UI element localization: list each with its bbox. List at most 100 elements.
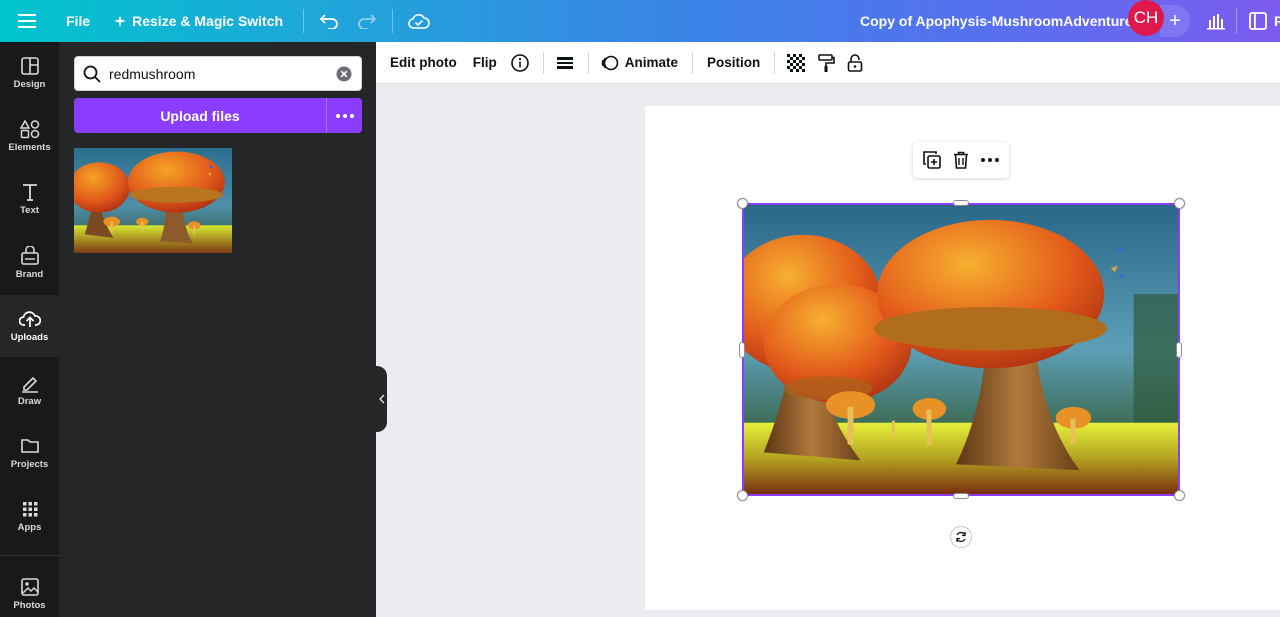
resize-handle-bottom-right[interactable] bbox=[1174, 490, 1185, 501]
layout-icon bbox=[20, 57, 39, 75]
border-style-button[interactable] bbox=[556, 47, 574, 79]
rotate-icon bbox=[956, 531, 966, 543]
topbar-divider bbox=[1236, 8, 1237, 34]
resize-handle-top-left[interactable] bbox=[737, 198, 748, 209]
topbar-divider bbox=[303, 9, 305, 33]
hamburger-icon bbox=[18, 14, 36, 28]
nav-draw[interactable]: Draw bbox=[0, 359, 59, 421]
lock-button[interactable] bbox=[847, 47, 863, 79]
top-bar: File Resize & Magic Switch Copy of Apoph… bbox=[0, 0, 1280, 42]
info-icon bbox=[510, 53, 529, 72]
nav-label: Uploads bbox=[10, 332, 49, 343]
search-input[interactable] bbox=[109, 58, 327, 89]
nav-text[interactable]: Text bbox=[0, 168, 59, 230]
info-button[interactable] bbox=[510, 47, 529, 79]
nav-design[interactable]: Design bbox=[0, 42, 59, 104]
resize-handle-bottom[interactable] bbox=[953, 493, 969, 499]
more-horizontal-icon bbox=[335, 113, 354, 118]
insights-button[interactable] bbox=[1201, 0, 1231, 42]
trash-icon bbox=[953, 151, 968, 169]
resize-handle-left[interactable] bbox=[739, 342, 745, 358]
share-button-label[interactable]: R bbox=[1274, 0, 1280, 42]
resize-handle-bottom-left[interactable] bbox=[737, 490, 748, 501]
sparkle-icon bbox=[114, 15, 127, 27]
nav-rail: Design Elements Text Brand Uploads Draw … bbox=[0, 42, 59, 617]
present-button[interactable] bbox=[1243, 0, 1273, 42]
toolbar-divider bbox=[587, 51, 589, 74]
avatar[interactable]: CH bbox=[1128, 0, 1164, 36]
nav-photos[interactable]: Photos bbox=[0, 563, 59, 617]
nav-label: Elements bbox=[8, 142, 51, 153]
flip-button[interactable]: Flip bbox=[473, 47, 497, 79]
position-label: Position bbox=[707, 55, 761, 70]
chevron-left-icon bbox=[378, 394, 385, 404]
nav-brand[interactable]: Brand bbox=[0, 232, 59, 294]
resize-label: Resize & Magic Switch bbox=[132, 13, 284, 29]
shapes-icon bbox=[19, 119, 39, 139]
selected-image[interactable] bbox=[742, 203, 1180, 496]
file-menu-button[interactable]: File bbox=[54, 0, 102, 42]
transparency-icon bbox=[787, 53, 806, 72]
nav-apps[interactable]: Apps bbox=[0, 485, 59, 547]
nav-label: Draw bbox=[17, 396, 42, 407]
flip-label: Flip bbox=[472, 55, 497, 70]
element-context-menu bbox=[913, 142, 1009, 178]
more-options-button[interactable] bbox=[977, 147, 1003, 173]
duplicate-icon bbox=[922, 151, 941, 169]
resize-magic-switch-button[interactable]: Resize & Magic Switch bbox=[102, 0, 295, 42]
nav-label: Photos bbox=[13, 600, 46, 611]
file-label: File bbox=[66, 13, 91, 29]
save-status-button[interactable] bbox=[401, 0, 437, 42]
position-button[interactable]: Position bbox=[707, 47, 760, 79]
resize-handle-top-right[interactable] bbox=[1174, 198, 1185, 209]
uploaded-image-thumbnail[interactable] bbox=[74, 148, 232, 253]
toolbar-divider bbox=[774, 51, 776, 74]
nav-uploads[interactable]: Uploads bbox=[0, 295, 59, 357]
upload-files-button[interactable]: Upload files bbox=[74, 98, 326, 133]
nav-elements[interactable]: Elements bbox=[0, 105, 59, 167]
search-box bbox=[74, 56, 362, 91]
document-title[interactable]: Copy of Apophysis-MushroomAdventure bbox=[860, 0, 1133, 42]
clear-icon bbox=[336, 66, 352, 81]
cloud-check-icon bbox=[408, 14, 430, 29]
duplicate-button[interactable] bbox=[919, 147, 945, 173]
undo-icon bbox=[320, 14, 338, 29]
mushroom-image bbox=[744, 205, 1178, 494]
topbar-divider bbox=[392, 9, 394, 33]
text-icon bbox=[22, 184, 37, 201]
edit-photo-label: Edit photo bbox=[390, 55, 457, 70]
cloud-upload-icon bbox=[18, 311, 41, 327]
lock-icon bbox=[847, 53, 863, 72]
animate-button[interactable]: Animate bbox=[601, 47, 678, 79]
brand-icon bbox=[20, 246, 39, 265]
presentation-icon bbox=[1249, 12, 1267, 30]
animate-label: Animate bbox=[624, 55, 678, 70]
folder-icon bbox=[20, 439, 39, 453]
redo-button[interactable] bbox=[348, 0, 384, 42]
grid-icon bbox=[22, 502, 37, 517]
add-collaborator-button[interactable]: + bbox=[1160, 5, 1190, 37]
nav-projects[interactable]: Projects bbox=[0, 422, 59, 484]
edit-photo-button[interactable]: Edit photo bbox=[390, 47, 457, 79]
clear-search-button[interactable] bbox=[327, 66, 361, 82]
collapse-panel-button[interactable] bbox=[376, 366, 387, 432]
transparency-button[interactable] bbox=[787, 47, 806, 79]
pen-icon bbox=[21, 376, 38, 393]
menu-button[interactable] bbox=[0, 0, 54, 42]
redo-icon bbox=[358, 14, 377, 29]
animate-icon bbox=[601, 55, 619, 70]
search-icon bbox=[75, 65, 109, 83]
delete-button[interactable] bbox=[948, 147, 974, 173]
border-style-icon bbox=[556, 56, 573, 69]
upload-options-button[interactable] bbox=[326, 98, 362, 133]
undo-button[interactable] bbox=[312, 0, 348, 42]
toolbar-divider bbox=[542, 51, 544, 74]
rotate-handle[interactable] bbox=[950, 526, 972, 548]
nav-divider bbox=[0, 555, 59, 556]
bar-chart-icon bbox=[1207, 14, 1225, 30]
resize-handle-right[interactable] bbox=[1176, 342, 1182, 358]
nav-label: Text bbox=[20, 205, 39, 216]
copy-style-button[interactable] bbox=[817, 47, 836, 79]
resize-handle-top[interactable] bbox=[953, 200, 969, 206]
uploads-panel: Upload files bbox=[59, 42, 376, 617]
